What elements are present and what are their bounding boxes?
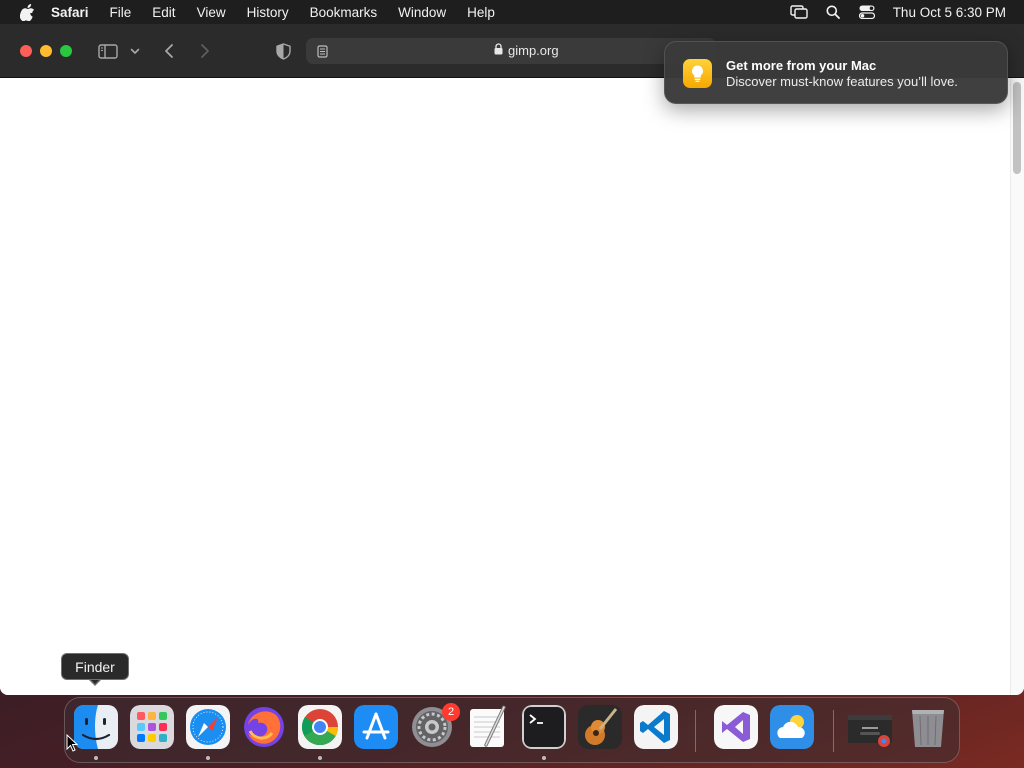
- dock-visual-studio-icon[interactable]: [714, 705, 758, 749]
- notification-banner[interactable]: Get more from your Mac Discover must-kno…: [664, 41, 1008, 104]
- apple-menu-icon[interactable]: [17, 2, 37, 22]
- menu-window[interactable]: Window: [398, 5, 446, 20]
- tab-groups-chevron-down-icon[interactable]: [128, 44, 142, 58]
- mouse-cursor-icon: [66, 733, 79, 757]
- window-minimize-button[interactable]: [40, 45, 52, 57]
- safari-running-indicator: [206, 756, 210, 760]
- dock-app-store-icon[interactable]: [354, 705, 398, 749]
- menu-bar: Safari File Edit View History Bookmarks …: [0, 0, 1024, 24]
- dock-terminal-icon[interactable]: [522, 705, 566, 749]
- notification-body: Discover must-know features you’ll love.: [726, 74, 958, 89]
- menu-bar-clock[interactable]: Thu Oct 5 6:30 PM: [893, 5, 1006, 20]
- dock-trash-icon[interactable]: [906, 705, 950, 749]
- tips-lightbulb-icon: [683, 59, 712, 88]
- spotlight-search-icon[interactable]: [823, 2, 843, 22]
- back-chevron-icon[interactable]: [160, 41, 178, 61]
- dock-launchpad-icon[interactable]: [130, 705, 174, 749]
- chrome-running-indicator: [318, 756, 322, 760]
- menu-app-safari[interactable]: Safari: [51, 5, 89, 20]
- menu-view[interactable]: View: [197, 5, 226, 20]
- dock: [64, 697, 960, 763]
- address-bar[interactable]: gimp.org: [306, 38, 716, 64]
- vertical-scrollbar[interactable]: [1010, 78, 1024, 695]
- menu-edit[interactable]: Edit: [152, 5, 175, 20]
- system-settings-badge: 2: [442, 703, 460, 721]
- dock-separator: [695, 710, 696, 752]
- control-center-icon[interactable]: [857, 2, 877, 22]
- window-close-button[interactable]: [20, 45, 32, 57]
- dock-tooltip: Finder: [61, 653, 129, 680]
- finder-running-indicator: [94, 756, 98, 760]
- menu-file[interactable]: File: [110, 5, 132, 20]
- dock-firefox-icon[interactable]: [242, 705, 286, 749]
- dock-finder-icon[interactable]: [74, 705, 118, 749]
- dock-chrome-icon[interactable]: [298, 705, 342, 749]
- menu-bookmarks[interactable]: Bookmarks: [310, 5, 378, 20]
- dock-separator-2: [833, 710, 834, 752]
- dock-garageband-icon[interactable]: [578, 705, 622, 749]
- scrollbar-thumb[interactable]: [1013, 82, 1021, 174]
- menu-help[interactable]: Help: [467, 5, 495, 20]
- reader-view-icon[interactable]: [314, 43, 330, 59]
- web-content[interactable]: [0, 78, 1024, 695]
- privacy-shield-icon[interactable]: [273, 41, 293, 61]
- lock-icon: [494, 43, 503, 58]
- dock-vscode-icon[interactable]: [634, 705, 678, 749]
- address-url[interactable]: gimp.org: [494, 43, 559, 58]
- terminal-running-indicator: [542, 756, 546, 760]
- window-zoom-button[interactable]: [60, 45, 72, 57]
- dock-weather-icon[interactable]: [770, 705, 814, 749]
- screen-mirroring-icon[interactable]: [789, 2, 809, 22]
- forward-chevron-icon[interactable]: [196, 41, 214, 61]
- sidebar-toggle-icon[interactable]: [96, 41, 120, 61]
- dock-textedit-icon[interactable]: [466, 705, 510, 749]
- url-text: gimp.org: [508, 43, 559, 58]
- dock-safari-icon[interactable]: [186, 705, 230, 749]
- notification-title: Get more from your Mac: [726, 58, 877, 73]
- menu-history[interactable]: History: [247, 5, 289, 20]
- dock-minimized-chrome-window-icon[interactable]: [848, 705, 892, 749]
- safari-window: gimp.org: [0, 24, 1024, 695]
